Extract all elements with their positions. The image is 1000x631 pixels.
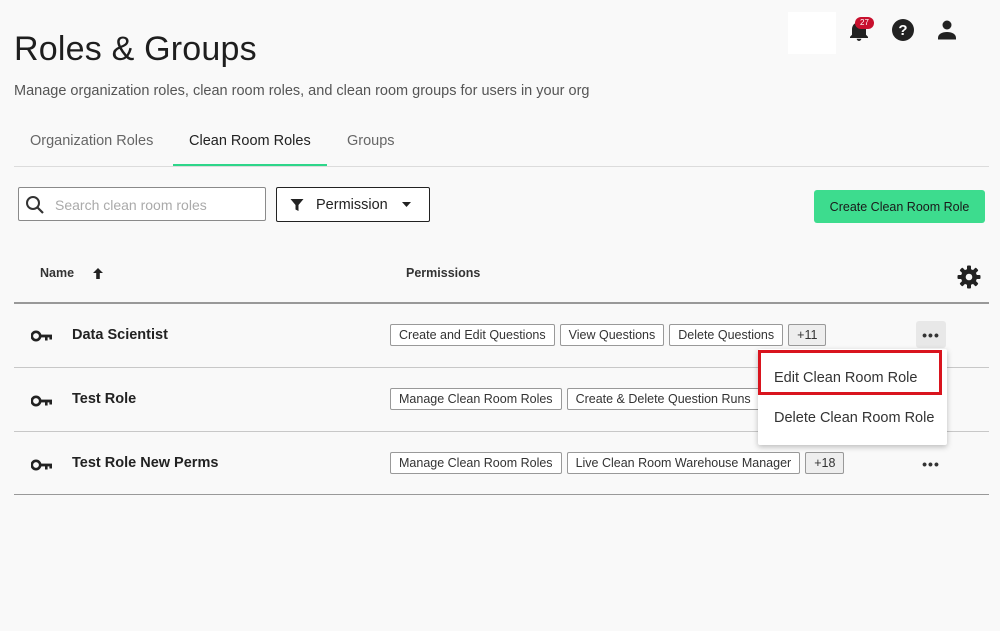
highlight-box <box>758 350 942 395</box>
permission-chips: Manage Clean Room Roles Create & Delete … <box>390 388 775 410</box>
create-clean-room-role-button[interactable]: Create Clean Room Role <box>814 190 985 223</box>
user-account-icon[interactable] <box>933 16 961 44</box>
help-icon[interactable]: ? <box>889 16 917 44</box>
tab-organization-roles[interactable]: Organization Roles <box>30 133 153 149</box>
delete-clean-room-role-menu-item[interactable]: Delete Clean Room Role <box>774 410 934 426</box>
settings-gear-icon[interactable] <box>957 265 981 294</box>
tab-groups[interactable]: Groups <box>347 133 395 149</box>
chevron-down-icon <box>401 201 411 208</box>
top-blank-panel <box>788 12 836 54</box>
active-tab-indicator <box>173 164 327 166</box>
permission-chip: Delete Questions <box>669 324 784 346</box>
permission-chip: View Questions <box>559 324 665 346</box>
search-input[interactable] <box>53 188 262 222</box>
key-icon <box>30 329 53 347</box>
search-icon <box>25 195 45 220</box>
permission-filter-button[interactable]: Permission <box>276 187 430 222</box>
svg-text:?: ? <box>898 22 907 39</box>
permission-chip: Live Clean Room Warehouse Manager <box>566 452 801 474</box>
key-icon <box>30 458 53 476</box>
role-name[interactable]: Test Role New Perms <box>72 455 218 471</box>
permission-chip: Manage Clean Room Roles <box>390 388 562 410</box>
permission-chips: Create and Edit Questions View Questions… <box>390 324 827 346</box>
role-name[interactable]: Test Role <box>72 391 136 407</box>
search-box[interactable] <box>18 187 266 222</box>
row-divider <box>14 494 989 495</box>
permission-chip: Manage Clean Room Roles <box>390 452 562 474</box>
permission-chip: Create and Edit Questions <box>390 324 555 346</box>
permission-chip: Create & Delete Question Runs <box>566 388 760 410</box>
more-permissions-chip[interactable]: +18 <box>805 452 845 474</box>
sort-ascending-icon[interactable] <box>92 267 104 285</box>
tabs-divider <box>14 166 989 167</box>
notification-count-badge: 27 <box>855 17 874 29</box>
key-icon <box>30 394 53 412</box>
page-subtitle: Manage organization roles, clean room ro… <box>14 83 590 99</box>
row-actions-more-icon[interactable]: ••• <box>916 450 946 477</box>
page-title: Roles & Groups <box>14 30 257 68</box>
permission-chips: Manage Clean Room Roles Live Clean Room … <box>390 452 845 474</box>
more-permissions-chip[interactable]: +11 <box>788 324 827 346</box>
table-header-divider <box>14 302 989 304</box>
row-actions-more-icon[interactable]: ••• <box>916 321 946 348</box>
filter-icon <box>290 198 304 212</box>
role-name[interactable]: Data Scientist <box>72 327 168 343</box>
column-header-name[interactable]: Name <box>40 266 74 280</box>
filter-label: Permission <box>316 196 388 213</box>
tab-clean-room-roles[interactable]: Clean Room Roles <box>189 133 311 149</box>
column-header-permissions: Permissions <box>406 266 481 280</box>
